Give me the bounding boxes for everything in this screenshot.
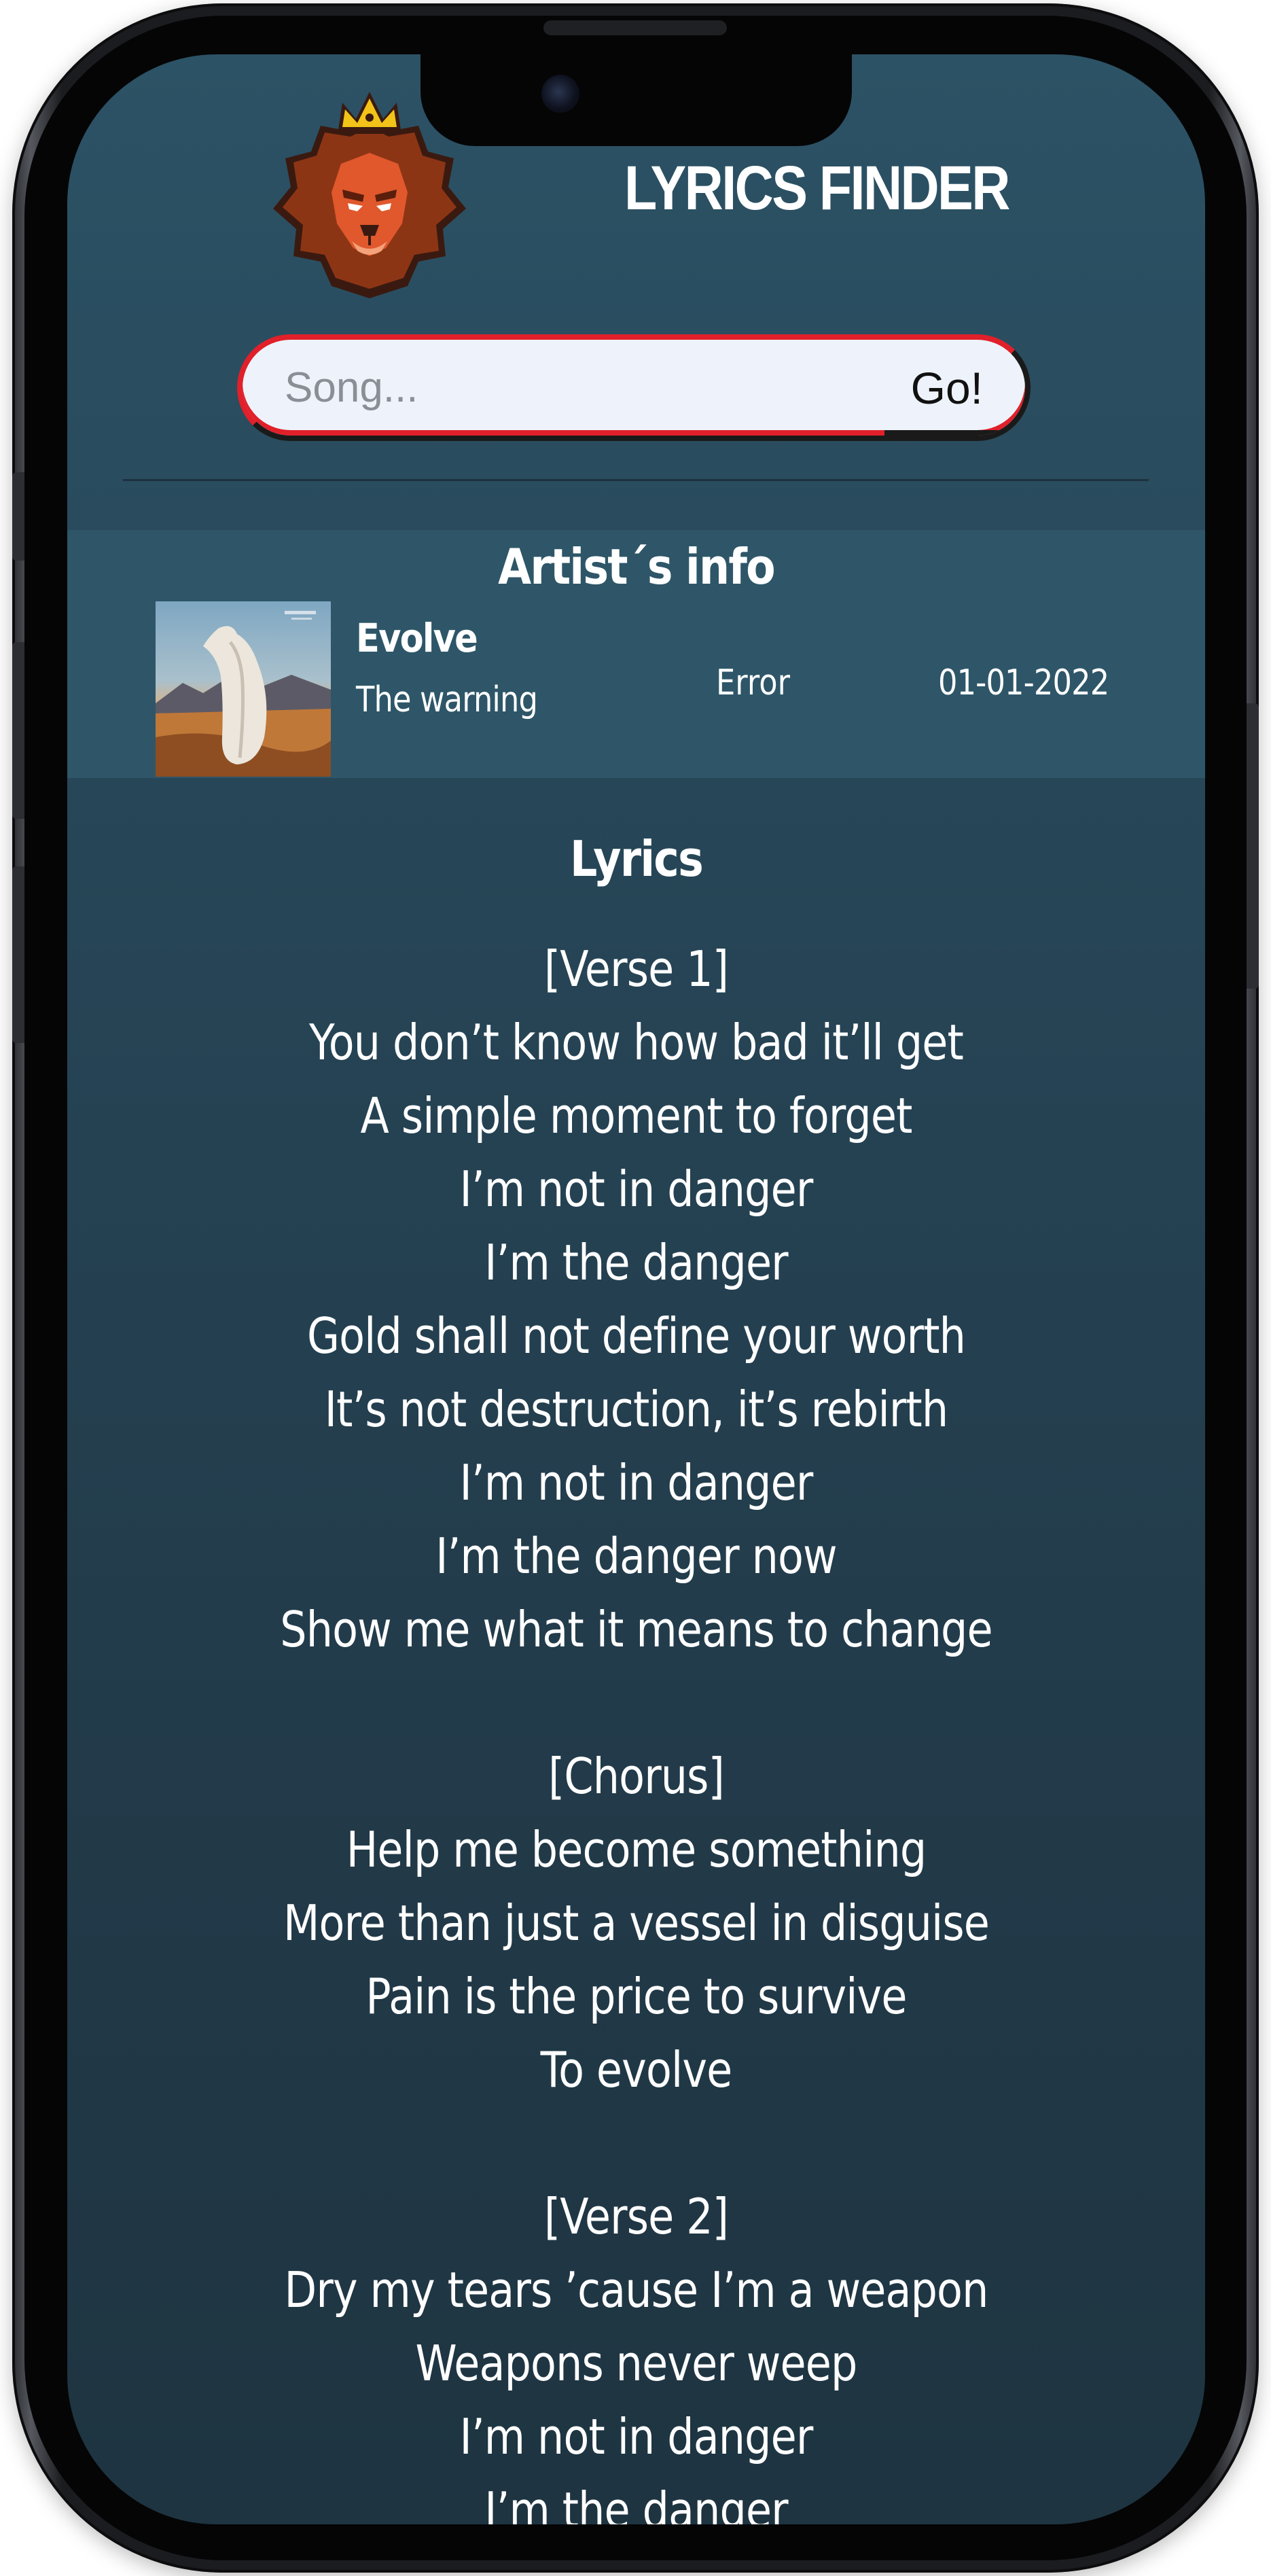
notch — [420, 54, 852, 146]
song-search-input[interactable] — [283, 340, 861, 436]
lyric-line: You don’t know how bad it’ll get — [309, 1014, 964, 1071]
lyric-line: It’s not destruction, it’s rebirth — [324, 1381, 948, 1438]
lyric-line: I’m the danger — [484, 1234, 788, 1291]
go-button[interactable]: Go! — [895, 340, 999, 436]
earpiece-speaker — [543, 20, 727, 35]
app-screen: LYRICS FINDER Go! Artist´s info — [67, 54, 1205, 2524]
lyric-line: Show me what it means to change — [280, 1601, 992, 1658]
release-date: 01-01-2022 — [938, 663, 1109, 703]
lyric-spacer — [67, 1666, 1205, 1740]
header-divider — [123, 479, 1149, 481]
lyric-line: Pain is the price to survive — [365, 1968, 907, 2025]
artist-info-heading: Artist´s info — [498, 538, 776, 595]
lyric-line: Weapons never weep — [415, 2335, 858, 2392]
lyric-line: Gold shall not define your worth — [306, 1307, 966, 1364]
lyric-line: Dry my tears ’cause I’m a weapon — [284, 2261, 989, 2318]
song-title: Evolve — [356, 615, 478, 661]
lyric-line: A simple moment to forget — [360, 1087, 912, 1144]
app-title: LYRICS FINDER — [624, 154, 1010, 223]
lyric-line: I’m not in danger — [459, 1454, 814, 1511]
lyric-line: [Verse 1] — [543, 940, 729, 998]
lyric-line: [Chorus] — [548, 1748, 725, 1805]
lyric-line: I’m not in danger — [459, 2408, 814, 2465]
search-bar: Go! — [237, 334, 1031, 441]
status-text: Error — [716, 663, 791, 703]
artist-name: The warning — [356, 680, 538, 720]
lyrics-heading: Lyrics — [569, 830, 704, 887]
lyric-line: More than just a vessel in disguise — [283, 1894, 990, 1952]
front-camera-icon — [541, 75, 579, 113]
lyric-line: I’m the danger now — [435, 1528, 837, 1585]
lyric-line: [Verse 2] — [543, 2188, 729, 2245]
lyric-line: To evolve — [540, 2041, 733, 2098]
lyric-line: Help me become something — [346, 1821, 927, 1878]
lyric-spacer — [67, 2106, 1205, 2180]
lyric-line: I’m not in danger — [459, 1161, 814, 1218]
lyrics-body: [Verse 1] You don’t know how bad it’ll ge… — [67, 932, 1205, 2524]
album-art-image — [156, 601, 331, 777]
lyric-line: I’m the danger — [484, 2482, 788, 2524]
